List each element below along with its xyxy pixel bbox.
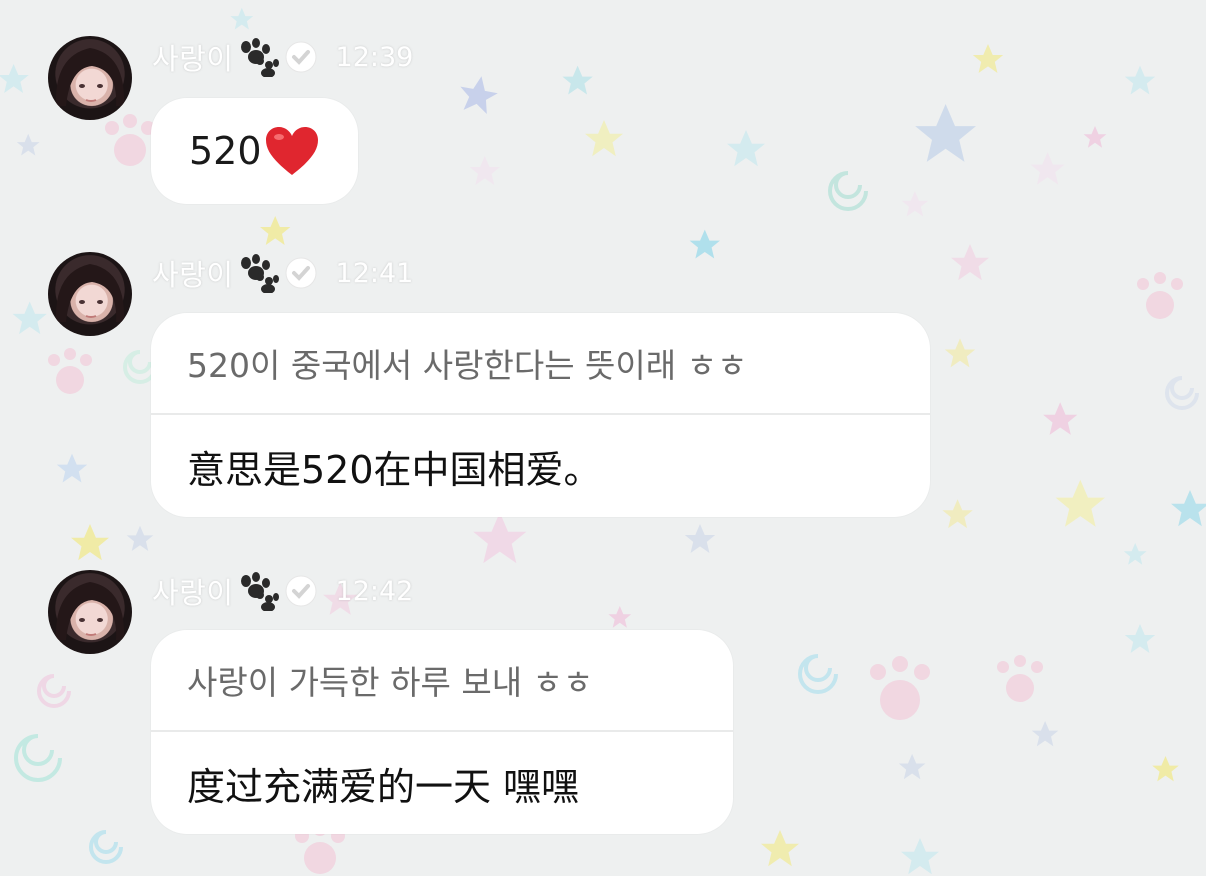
verified-badge-icon <box>285 575 317 607</box>
message-text: 520 <box>189 129 262 173</box>
message-header: 사랑이 12:41 <box>152 253 413 293</box>
translated-text: 度过充满爱的一天 嘿嘿 <box>187 764 580 809</box>
sender-name: 사랑이 <box>152 258 234 292</box>
timestamp: 12:39 <box>335 41 414 73</box>
message-header: 사랑이 12:42 <box>152 571 413 611</box>
verified-badge-icon <box>285 41 317 73</box>
paw-icon <box>240 572 279 611</box>
timestamp: 12:42 <box>335 575 414 607</box>
paw-icon <box>240 38 279 77</box>
verified-badge-icon <box>285 257 317 289</box>
translated-text: 意思是520在中国相爱。 <box>187 447 602 492</box>
paw-icon <box>240 254 279 293</box>
sender-name: 사랑이 <box>152 576 234 610</box>
avatar[interactable] <box>48 36 132 120</box>
avatar[interactable] <box>48 252 132 336</box>
sender-name: 사랑이 <box>152 42 234 76</box>
translated-message-bubble[interactable]: 520이 중국에서 사랑한다는 뜻이래 ㅎㅎ 意思是520在中国相爱。 <box>151 313 930 517</box>
avatar[interactable] <box>48 570 132 654</box>
message-header: 사랑이 12:39 <box>152 37 413 77</box>
original-text: 520이 중국에서 사랑한다는 뜻이래 ㅎㅎ <box>151 313 930 415</box>
timestamp: 12:41 <box>335 257 414 289</box>
heart-icon <box>265 127 318 175</box>
original-text: 사랑이 가득한 하루 보내 ㅎㅎ <box>151 630 733 732</box>
message-bubble[interactable]: 520 <box>151 98 358 204</box>
translated-message-bubble[interactable]: 사랑이 가득한 하루 보내 ㅎㅎ 度过充满爱的一天 嘿嘿 <box>151 630 733 834</box>
